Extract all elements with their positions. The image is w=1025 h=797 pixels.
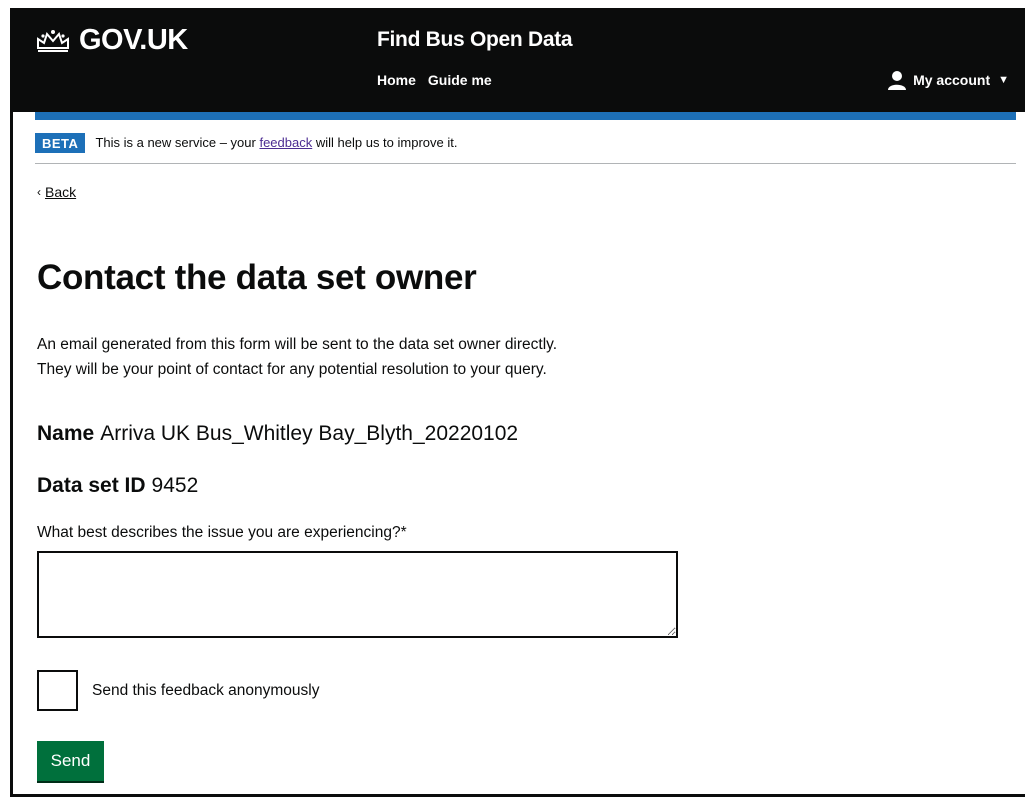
service-name[interactable]: Find Bus Open Data [377,28,573,52]
description-line-1: An email generated from this form will b… [37,336,558,353]
description-line-2: They will be your point of contact for a… [37,361,547,378]
dataset-name-row: Name Arriva UK Bus_Whitley Bay_Blyth_202… [37,422,518,446]
beta-message: This is a new service – your feedback wi… [95,135,457,150]
dataset-name-key: Name [37,422,95,445]
back-link[interactable]: Back [45,184,76,200]
chevron-down-icon: ▼ [998,74,1009,86]
logo-text: GOV.UK [79,24,188,56]
browser-frame: GOV.UK Find Bus Open Data Home Guide me … [10,8,1025,797]
feedback-link[interactable]: feedback [259,135,312,150]
issue-textarea[interactable] [37,551,678,638]
my-account-menu[interactable]: My account ▼ [887,70,1009,90]
header-nav: Home Guide me [377,72,492,88]
anonymous-checkbox[interactable] [37,670,78,711]
user-icon [888,71,907,90]
chevron-left-icon: ‹ [37,185,41,199]
send-button[interactable]: Send [37,741,104,781]
site-header: GOV.UK Find Bus Open Data Home Guide me … [13,8,1025,112]
nav-home-link[interactable]: Home [377,72,416,88]
dataset-id-key: Data set ID [37,474,146,497]
dataset-id-value: 9452 [151,474,199,497]
issue-field-label: What best describes the issue you are ex… [37,524,407,541]
anonymous-checkbox-row: Send this feedback anonymously [37,670,319,711]
anonymous-checkbox-label[interactable]: Send this feedback anonymously [92,682,319,700]
crown-icon [37,29,69,52]
dataset-name-value: Arriva UK Bus_Whitley Bay_Blyth_20220102 [100,422,519,445]
back-link-wrap: ‹ Back [37,184,76,200]
nav-guide-me-link[interactable]: Guide me [428,72,492,88]
header-accent-bar [35,112,1016,120]
dataset-id-row: Data set ID 9452 [37,474,198,498]
beta-banner: BETA This is a new service – your feedba… [35,130,1016,164]
beta-tag: BETA [35,132,86,153]
page-title: Contact the data set owner [37,258,477,297]
beta-text-after: will help us to improve it. [315,135,458,150]
page-description: An email generated from this form will b… [37,332,737,382]
govuk-logo-link[interactable]: GOV.UK [35,24,188,57]
beta-text-before: This is a new service – your [95,135,256,150]
my-account-label: My account [913,72,991,88]
